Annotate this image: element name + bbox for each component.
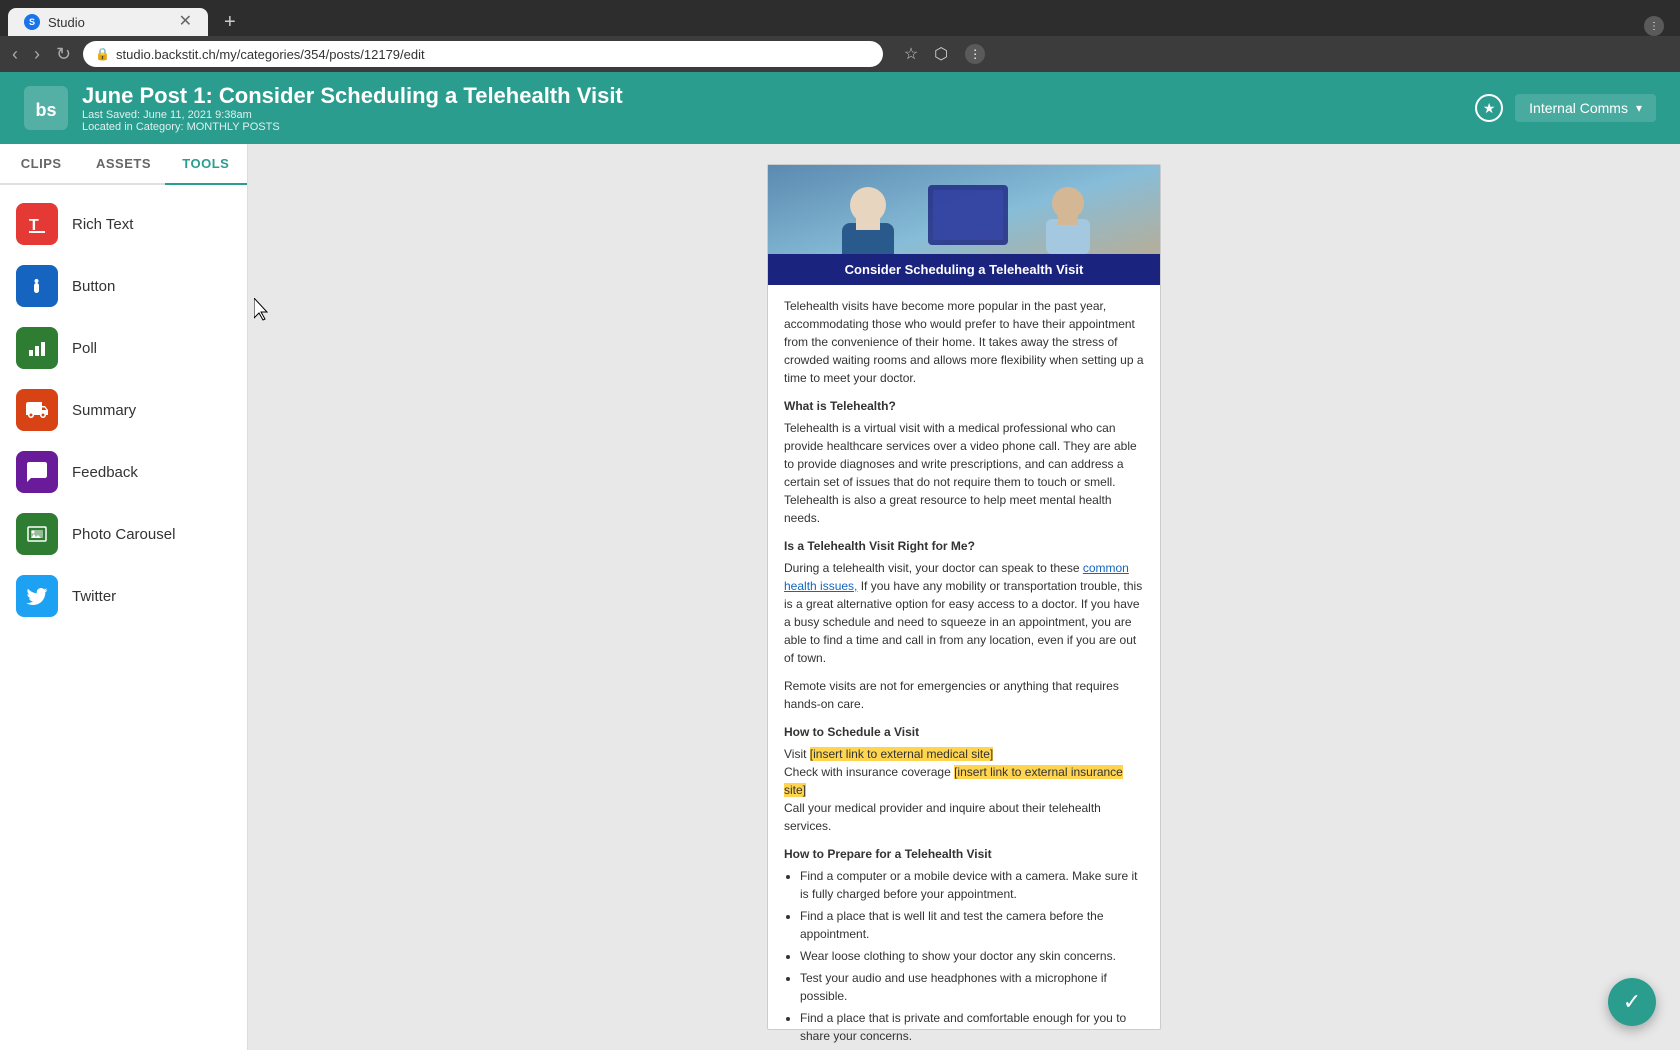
twitter-label: Twitter [72, 588, 116, 605]
browser-toolbar-icons: ☆ ⬡ [899, 42, 953, 66]
browser-toolbar: ‹ › ↻ 🔒 studio.backstit.ch/my/categories… [0, 36, 1680, 72]
tool-item-twitter[interactable]: Twitter [0, 565, 247, 627]
browser-menu-button[interactable]: ⋮ [1644, 16, 1664, 36]
right-heading: Is a Telehealth Visit Right for Me? [784, 537, 1144, 555]
svg-text:bs: bs [35, 100, 56, 120]
tab-favicon: S [24, 14, 40, 30]
list-item: Test your audio and use headphones with … [800, 969, 1144, 1005]
post-intro: Telehealth visits have become more popul… [784, 297, 1144, 387]
rich-text-label: Rich Text [72, 216, 133, 233]
tool-item-button[interactable]: Button [0, 255, 247, 317]
list-item: Find a computer or a mobile device with … [800, 867, 1144, 903]
star-symbol: ★ [1483, 100, 1496, 117]
fab-button[interactable]: ✓ [1608, 978, 1656, 1026]
sidebar-tools-list: T Rich Text Button Poll [0, 185, 247, 1050]
prepare-heading: How to Prepare for a Telehealth Visit [784, 845, 1144, 863]
schedule-lines: Visit [insert link to external medical s… [784, 745, 1144, 835]
tool-item-feedback[interactable]: Feedback [0, 441, 247, 503]
right-body-1: During a telehealth visit, your doctor c… [784, 561, 1083, 575]
browser-tabs: S Studio ✕ + ⋮ [0, 0, 1680, 36]
sidebar-tab-clips[interactable]: CLIPS [0, 144, 82, 183]
internal-comms-label: Internal Comms [1529, 100, 1628, 116]
internal-comms-button[interactable]: Internal Comms ▾ [1515, 94, 1656, 122]
right-body: During a telehealth visit, your doctor c… [784, 559, 1144, 667]
schedule-line1: Visit [784, 747, 810, 761]
logo-svg: bs [24, 86, 68, 130]
feedback-icon [16, 451, 58, 493]
tool-item-summary[interactable]: Summary [0, 379, 247, 441]
remote-text: Remote visits are not for emergencies or… [784, 677, 1144, 713]
browser-tab-active[interactable]: S Studio ✕ [8, 8, 208, 36]
post-body: Telehealth visits have become more popul… [768, 285, 1160, 1050]
what-heading: What is Telehealth? [784, 397, 1144, 415]
schedule-line2: Check with insurance coverage [784, 765, 954, 779]
tool-item-rich-text[interactable]: T Rich Text [0, 193, 247, 255]
app-title-block: June Post 1: Consider Scheduling a Teleh… [82, 83, 623, 133]
schedule-line3: Call your medical provider and inquire a… [784, 801, 1101, 833]
content-area[interactable]: Consider Scheduling a Telehealth Visit T… [248, 144, 1680, 1050]
browser-settings-icon[interactable]: ⋮ [965, 44, 985, 64]
what-body: Telehealth is a virtual visit with a med… [784, 419, 1144, 527]
star-icon: ★ [1475, 94, 1503, 122]
sidebar-tab-assets[interactable]: ASSETS [82, 144, 164, 183]
tool-item-photo-carousel[interactable]: Photo Carousel [0, 503, 247, 565]
list-item: Find a place that is well lit and test t… [800, 907, 1144, 943]
summary-icon [16, 389, 58, 431]
sidebar-tabs: CLIPS ASSETS TOOLS [0, 144, 247, 185]
app-logo: bs June Post 1: Consider Scheduling a Te… [24, 83, 623, 133]
tab-title: Studio [48, 15, 85, 30]
bookmark-icon[interactable]: ☆ [899, 42, 923, 66]
photo-carousel-label: Photo Carousel [72, 526, 175, 543]
main-layout: CLIPS ASSETS TOOLS T Rich Text [0, 144, 1680, 1050]
sidebar: CLIPS ASSETS TOOLS T Rich Text [0, 144, 248, 1050]
post-header-image: Consider Scheduling a Telehealth Visit [768, 165, 1160, 285]
schedule-link1: [insert link to external medical site] [810, 747, 993, 761]
url-text: studio.backstit.ch/my/categories/354/pos… [116, 47, 425, 62]
rich-text-icon: T [16, 203, 58, 245]
schedule-heading: How to Schedule a Visit [784, 723, 1144, 741]
app-header: bs June Post 1: Consider Scheduling a Te… [0, 72, 1680, 144]
twitter-icon [16, 575, 58, 617]
app-last-saved: Last Saved: June 11, 2021 9:38am [82, 109, 623, 121]
fab-icon: ✓ [1623, 989, 1641, 1015]
app-location: Located in Category: MONTHLY POSTS [82, 121, 623, 133]
photo-carousel-icon [16, 513, 58, 555]
button-label: Button [72, 278, 115, 295]
back-button[interactable]: ‹ [8, 42, 22, 67]
feedback-label: Feedback [72, 464, 138, 481]
list-item: Wear loose clothing to show your doctor … [800, 947, 1144, 965]
poll-icon [16, 327, 58, 369]
tool-item-poll[interactable]: Poll [0, 317, 247, 379]
dropdown-arrow-icon: ▾ [1636, 101, 1642, 115]
sidebar-tab-tools[interactable]: TOOLS [165, 144, 247, 185]
tab-close-button[interactable]: ✕ [179, 14, 192, 30]
list-item: Find a place that is private and comfort… [800, 1009, 1144, 1045]
header-right: ★ Internal Comms ▾ [1475, 94, 1656, 122]
reload-button[interactable]: ↻ [52, 42, 75, 67]
post-banner-text: Consider Scheduling a Telehealth Visit [768, 254, 1160, 285]
app-title: June Post 1: Consider Scheduling a Teleh… [82, 83, 623, 109]
poll-label: Poll [72, 340, 97, 357]
new-tab-icon: + [224, 11, 236, 34]
summary-label: Summary [72, 402, 136, 419]
button-icon [16, 265, 58, 307]
prepare-list: Find a computer or a mobile device with … [800, 867, 1144, 1045]
new-tab-button[interactable]: + [208, 8, 252, 36]
forward-button[interactable]: › [30, 42, 44, 67]
extensions-icon[interactable]: ⬡ [929, 42, 953, 66]
lock-icon: 🔒 [95, 47, 110, 61]
browser-chrome: S Studio ✕ + ⋮ ‹ › ↻ 🔒 studio.backstit.c… [0, 0, 1680, 72]
post-card: Consider Scheduling a Telehealth Visit T… [767, 164, 1161, 1030]
address-bar[interactable]: 🔒 studio.backstit.ch/my/categories/354/p… [83, 41, 883, 67]
